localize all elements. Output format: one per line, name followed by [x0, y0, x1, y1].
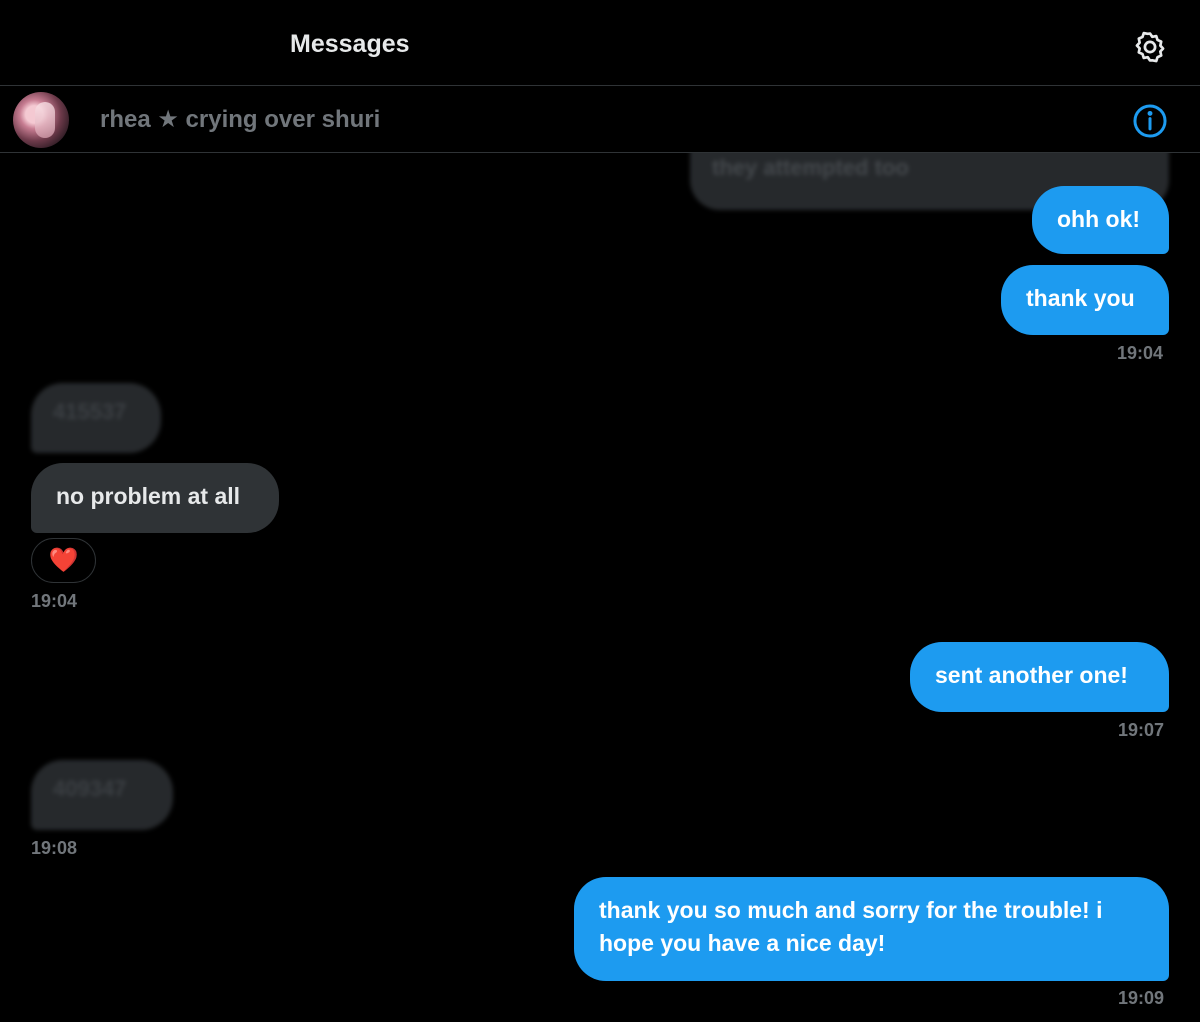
message-bubble-blurred[interactable]: 409347 — [31, 760, 173, 830]
heart-reaction[interactable]: ❤️ — [31, 538, 96, 583]
message-bubble[interactable]: thank you so much and sorry for the trou… — [574, 877, 1169, 981]
message-bubble[interactable]: ohh ok! — [1032, 186, 1169, 254]
avatar[interactable] — [13, 92, 69, 148]
info-icon[interactable] — [1131, 102, 1169, 140]
message-text: sent another one! — [935, 662, 1128, 688]
page-title: Messages — [290, 30, 410, 58]
message-text: 415537 — [53, 399, 127, 424]
message-bubble-blurred[interactable]: 415537 — [31, 383, 161, 453]
message-bubble[interactable]: no problem at all — [31, 463, 279, 533]
conversation-header[interactable]: rhea ★ crying over shuri — [0, 86, 1200, 153]
message-text: 409347 — [53, 776, 127, 801]
conversation-name[interactable]: rhea ★ crying over shuri — [100, 105, 380, 134]
top-bar: Messages — [0, 0, 1200, 86]
message-timestamp: 19:04 — [31, 591, 78, 611]
message-timestamp: 19:07 — [1118, 720, 1165, 740]
gear-icon[interactable] — [1130, 27, 1170, 67]
message-text: no problem at all — [56, 483, 241, 509]
message-text: thank you — [1026, 285, 1135, 311]
message-text: ohh ok! — [1057, 206, 1141, 232]
message-text: thank you so much and sorry for the trou… — [599, 897, 1103, 956]
message-list[interactable]: they attempted too ohh ok! thank you 19:… — [0, 153, 1200, 1022]
message-timestamp: 19:04 — [1117, 343, 1164, 363]
message-bubble[interactable]: sent another one! — [910, 642, 1169, 712]
message-bubble[interactable]: thank you — [1001, 265, 1169, 335]
message-timestamp: 19:08 — [31, 838, 78, 858]
message-text: they attempted too — [712, 155, 909, 180]
message-timestamp: 19:09 — [1118, 988, 1165, 1008]
heart-icon: ❤️ — [48, 547, 79, 574]
